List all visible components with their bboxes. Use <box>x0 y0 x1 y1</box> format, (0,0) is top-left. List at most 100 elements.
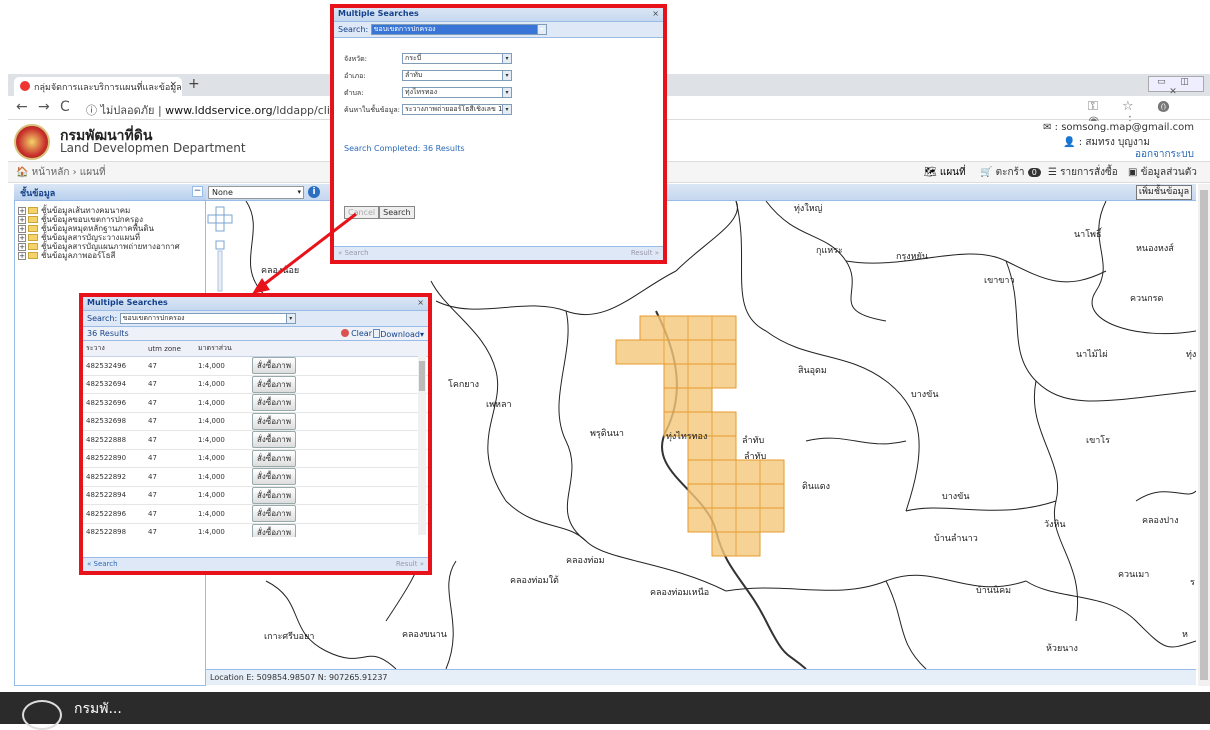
results-scrollbar-thumb[interactable] <box>419 361 425 391</box>
forward-icon[interactable]: → <box>38 99 50 115</box>
breadcrumb[interactable]: 🏠 หน้าหลัก › แผนที่ <box>16 165 106 180</box>
cell-scale: 1:4,000 <box>195 467 249 487</box>
order-image-button[interactable]: สั่งซื้อภาพ <box>252 486 297 504</box>
search-panel-footer: « Search Result » <box>334 246 663 260</box>
svg-text:สินอุดม: สินอุดม <box>798 365 827 376</box>
chevron-down-icon: ▾ <box>502 105 511 114</box>
add-layer-button[interactable]: เพิ่มชั้นข้อมูล <box>1136 185 1192 200</box>
reload-icon[interactable]: C <box>60 99 70 115</box>
result-tab-link[interactable]: Result » <box>396 560 424 568</box>
svg-text:คลองท่อมใต้: คลองท่อมใต้ <box>510 575 559 586</box>
cell-sheet: 482522892 <box>83 467 145 487</box>
info-icon[interactable]: i <box>308 186 320 198</box>
results-panel-header: Multiple Searches × <box>83 297 428 311</box>
nav-orders[interactable]: ☰ รายการสั่งซื้อ <box>1048 165 1118 180</box>
window-controls[interactable]: ▭ ◫ ✕ <box>1148 76 1204 97</box>
table-row[interactable]: 482532694 47 1:4,000 สั่งซื้อภาพ <box>83 375 428 394</box>
district-select[interactable]: ลำทับ ▾ <box>402 70 512 81</box>
province-select[interactable]: กระบี่ ▾ <box>402 53 512 64</box>
footer-logo <box>22 700 62 730</box>
cart-count-badge: 0 <box>1027 168 1041 177</box>
table-row[interactable]: 482522890 47 1:4,000 สั่งซื้อภาพ <box>83 449 428 468</box>
order-image-button[interactable]: สั่งซื้อภาพ <box>252 412 297 430</box>
order-image-button[interactable]: สั่งซื้อภาพ <box>252 468 297 486</box>
tab-close-icon[interactable]: × <box>169 80 177 90</box>
svg-text:ลำทับ: ลำทับ <box>744 451 767 462</box>
browser-tab[interactable]: กลุ่มจัดการและบริการแผนที่และข้อมูล × <box>14 77 182 96</box>
order-image-button[interactable]: สั่งซื้อภาพ <box>252 357 297 375</box>
search-label: Search: <box>87 314 118 323</box>
svg-text:หนองหงส์: หนองหงส์ <box>1136 242 1174 254</box>
order-image-button[interactable]: สั่งซื้อภาพ <box>252 375 297 393</box>
department-logo <box>14 124 50 160</box>
svg-text:คลองน้อย: คลองน้อย <box>261 265 299 276</box>
result-tab-link[interactable]: Result » <box>631 249 659 257</box>
svg-text:วังหิน: วังหิน <box>1044 519 1066 530</box>
table-row[interactable]: 482522896 47 1:4,000 สั่งซื้อภาพ <box>83 504 428 524</box>
table-row[interactable]: 482522892 47 1:4,000 สั่งซื้อภาพ <box>83 467 428 487</box>
svg-text:ทุ่งส: ทุ่งส <box>1186 350 1196 360</box>
table-row[interactable]: 482522898 47 1:4,000 สั่งซื้อภาพ <box>83 523 428 537</box>
subdistrict-row: ตำบล: ทุ่งไทรทอง ▾ <box>344 87 512 99</box>
results-scrollbar[interactable] <box>418 355 426 535</box>
cancel-button[interactable]: Cancel <box>344 206 380 219</box>
logout-link[interactable]: ออกจากระบบ <box>1135 147 1194 162</box>
close-icon[interactable]: × <box>652 9 659 18</box>
table-row[interactable]: 482532496 47 1:4,000 สั่งซื้อภาพ <box>83 356 428 376</box>
district-row: อำเภอ: ลำทับ ▾ <box>344 70 512 82</box>
new-tab-button[interactable]: + <box>188 76 200 92</box>
col-sheet[interactable]: ระวาง <box>83 341 145 357</box>
district-label: อำเภอ: <box>344 71 366 80</box>
url-domain: www.lddservice.org <box>165 104 273 117</box>
base-layer-select[interactable]: None ▾ <box>208 186 304 199</box>
security-indicator[interactable]: ⓘ ไม่ปลอดภัย | <box>86 104 162 117</box>
layer-search-label: ค้นหาในชั้นข้อมูล: <box>344 105 401 114</box>
order-image-button[interactable]: สั่งซื้อภาพ <box>252 394 297 412</box>
collapse-icon[interactable]: − <box>192 186 203 197</box>
svg-text:บ้านลำนาว: บ้านลำนาว <box>934 533 978 544</box>
province-value: กระบี่ <box>405 54 422 62</box>
order-image-button[interactable]: สั่งซื้อภาพ <box>252 431 297 449</box>
search-type-select[interactable]: ขอบเขตการปกครอง ▾ <box>370 24 547 35</box>
search-tab-link[interactable]: « Search <box>338 249 369 257</box>
expand-icon[interactable]: + <box>18 252 26 260</box>
pan-control[interactable] <box>207 206 233 232</box>
province-row: จังหวัด: กระบี่ ▾ <box>344 53 512 65</box>
search-button[interactable]: Search <box>379 206 415 219</box>
download-button[interactable]: Download▾ <box>373 329 424 339</box>
search-row: Search: ขอบเขตการปกครอง ▾ <box>334 22 663 38</box>
order-image-button[interactable]: สั่งซื้อภาพ <box>252 449 297 467</box>
col-zone[interactable]: utm zone <box>145 341 195 357</box>
order-image-button[interactable]: สั่งซื้อภาพ <box>252 505 297 523</box>
table-row[interactable]: 482522888 47 1:4,000 สั่งซื้อภาพ <box>83 430 428 450</box>
cell-scale: 1:4,000 <box>195 412 249 431</box>
search-panel-header: Multiple Searches × <box>334 8 663 22</box>
layer-search-select[interactable]: ระวางภาพถ่ายออร์โธสีเชิงเลข 1:4 ▾ <box>402 104 512 115</box>
close-icon[interactable]: × <box>417 298 424 307</box>
order-image-button[interactable]: สั่งซื้อภาพ <box>252 523 297 537</box>
scrollbar-thumb[interactable] <box>1200 190 1208 680</box>
search-status: Search Completed: 36 Results <box>344 144 465 153</box>
back-icon[interactable]: ← <box>16 99 28 115</box>
search-tab-link[interactable]: « Search <box>87 560 118 568</box>
svg-text:เพหลา: เพหลา <box>486 400 512 410</box>
cell-zone: 47 <box>145 393 195 413</box>
nav-cart[interactable]: 🛒 ตะกร้า 0 <box>980 165 1041 180</box>
table-row[interactable]: 482532696 47 1:4,000 สั่งซื้อภาพ <box>83 393 428 413</box>
table-row[interactable]: 482522894 47 1:4,000 สั่งซื้อภาพ <box>83 486 428 505</box>
svg-text:นาไม้ไผ่: นาไม้ไผ่ <box>1076 349 1107 360</box>
nav-profile[interactable]: ▣ ข้อมูลส่วนตัว <box>1128 165 1197 180</box>
zoom-control[interactable] <box>215 240 225 292</box>
layer-tree-item[interactable]: + ชั้นข้อมูลภาพออร์โธสี <box>18 249 115 262</box>
cell-sheet: 482522888 <box>83 430 145 450</box>
col-scale[interactable]: มาตราส่วน <box>195 341 249 357</box>
svg-text:บ้านนิคม: บ้านนิคม <box>976 585 1011 596</box>
search-type-select[interactable]: ขอบเขตการปกครอง ▾ <box>119 313 296 324</box>
nav-map[interactable]: 🗺 แผนที่ <box>924 165 966 180</box>
table-row[interactable]: 482532698 47 1:4,000 สั่งซื้อภาพ <box>83 412 428 431</box>
svg-text:พรุดินนา: พรุดินนา <box>590 428 624 439</box>
svg-text:ควนเมา: ควนเมา <box>1118 570 1149 580</box>
subdistrict-select[interactable]: ทุ่งไทรทอง ▾ <box>402 87 512 98</box>
cell-scale: 1:4,000 <box>195 393 249 413</box>
clear-button[interactable]: Clear <box>340 329 372 338</box>
